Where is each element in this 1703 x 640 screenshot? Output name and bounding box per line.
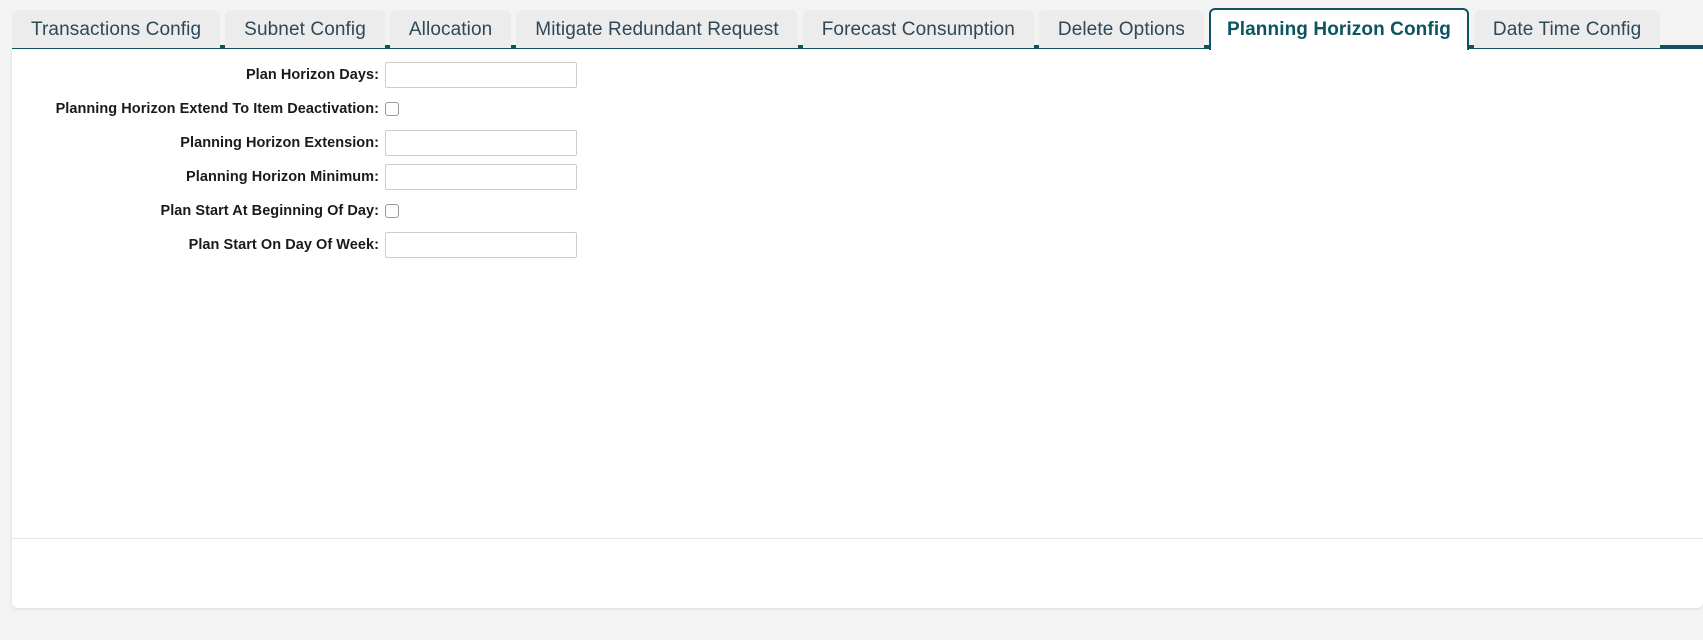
tab-label: Planning Horizon Config xyxy=(1226,19,1451,40)
tab-date-time-config[interactable]: Date Time Config xyxy=(1473,10,1661,48)
form-row-planning-horizon-extension: Planning Horizon Extension: xyxy=(12,126,1703,160)
label-plan-horizon-days: Plan Horizon Days: xyxy=(245,67,379,83)
input-planning-horizon-extension[interactable] xyxy=(385,130,577,156)
tab-mitigate-redundant-request[interactable]: Mitigate Redundant Request xyxy=(516,10,798,48)
tab-label: Forecast Consumption xyxy=(821,18,1015,40)
control-wrap-planning-horizon-extend-to-item-deactivation xyxy=(385,102,399,116)
tab-label: Transactions Config xyxy=(31,18,202,40)
label-plan-start-at-beginning-of-day: Plan Start At Beginning Of Day: xyxy=(160,203,379,219)
tab-label: Allocation xyxy=(408,18,493,40)
label-planning-horizon-minimum: Planning Horizon Minimum: xyxy=(186,169,379,185)
tab-label: Mitigate Redundant Request xyxy=(535,18,779,40)
tab-planning-horizon-config[interactable]: Planning Horizon Config xyxy=(1208,8,1469,50)
form-row-planning-horizon-extend-to-item-deactivation: Planning Horizon Extend To Item Deactiva… xyxy=(12,92,1703,126)
control-wrap-planning-horizon-extension xyxy=(385,130,577,156)
tab-transactions-config[interactable]: Transactions Config xyxy=(12,10,221,48)
tab-label: Date Time Config xyxy=(1492,18,1642,40)
control-wrap-plan-start-on-day-of-week xyxy=(385,232,577,258)
app-shell: Transactions Config Subnet Config Allocati… xyxy=(0,0,1703,640)
form-row-plan-start-at-beginning-of-day: Plan Start At Beginning Of Day: xyxy=(12,194,1703,228)
control-wrap-planning-horizon-minimum xyxy=(385,164,577,190)
tab-label: Subnet Config xyxy=(244,18,366,40)
label-planning-horizon-extension: Planning Horizon Extension: xyxy=(180,135,379,151)
tab-delete-options[interactable]: Delete Options xyxy=(1038,10,1204,48)
label-planning-horizon-extend-to-item-deactivation: Planning Horizon Extend To Item Deactiva… xyxy=(55,101,379,117)
input-plan-horizon-days[interactable] xyxy=(385,62,577,88)
tab-strip: Transactions Config Subnet Config Allocati… xyxy=(12,8,1703,50)
checkbox-plan-start-at-beginning-of-day[interactable] xyxy=(385,204,399,218)
tab-forecast-consumption[interactable]: Forecast Consumption xyxy=(802,10,1034,48)
form-row-plan-start-on-day-of-week: Plan Start On Day Of Week: xyxy=(12,228,1703,262)
form-row-plan-horizon-days: Plan Horizon Days: xyxy=(12,58,1703,92)
tab-subnet-config[interactable]: Subnet Config xyxy=(225,10,385,48)
control-wrap-plan-horizon-days xyxy=(385,62,577,88)
planning-horizon-form: Plan Horizon Days: Planning Horizon Exten… xyxy=(12,49,1703,262)
checkbox-planning-horizon-extend-to-item-deactivation[interactable] xyxy=(385,102,399,116)
planning-horizon-config-panel: Plan Horizon Days: Planning Horizon Exten… xyxy=(12,49,1703,608)
label-plan-start-on-day-of-week: Plan Start On Day Of Week: xyxy=(188,237,379,253)
input-planning-horizon-minimum[interactable] xyxy=(385,164,577,190)
tab-label: Delete Options xyxy=(1057,18,1185,40)
panel-footer xyxy=(12,539,1703,608)
form-row-planning-horizon-minimum: Planning Horizon Minimum: xyxy=(12,160,1703,194)
tab-allocation[interactable]: Allocation xyxy=(389,10,512,48)
input-plan-start-on-day-of-week[interactable] xyxy=(385,232,577,258)
control-wrap-plan-start-at-beginning-of-day xyxy=(385,204,399,218)
